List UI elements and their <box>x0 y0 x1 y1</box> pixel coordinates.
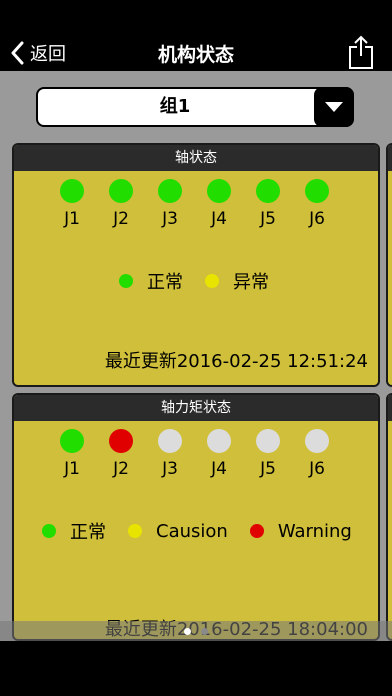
dropdown-arrow-icon[interactable] <box>314 87 354 127</box>
joint-label: J6 <box>309 209 325 229</box>
torque-legend: 正常 Causion Warning <box>42 519 374 543</box>
page-dot-1[interactable] <box>184 627 191 635</box>
page-title: 机构状态 <box>157 44 234 66</box>
legend-item: 正常 <box>119 268 183 294</box>
legend-dot <box>42 524 56 538</box>
joint-label: J3 <box>162 459 178 479</box>
joint-label: J5 <box>260 459 276 479</box>
joint-status-dot <box>60 429 84 453</box>
joint-label: J1 <box>64 209 80 229</box>
joint-status-dot <box>158 179 182 203</box>
axis-status-card: 轴状态 J1 J2 J3 J4 J5 J6 正常 异常 最近更新2016-02-25 12:… <box>12 143 380 387</box>
legend-item: Causion <box>128 521 228 542</box>
joint-1: J1 <box>52 179 92 229</box>
legend-dot <box>119 274 133 288</box>
joint-6: J6 <box>297 179 337 229</box>
legend-label: Warning <box>277 520 352 542</box>
axis-status-title: 轴状态 <box>14 145 378 171</box>
joint-5: J5 <box>248 179 288 229</box>
joint-2: J2 <box>101 429 141 479</box>
joint-status-dot <box>256 429 280 453</box>
joint-4: J4 <box>199 179 239 229</box>
joint-status-dot <box>207 179 231 203</box>
joint-label: J4 <box>211 209 227 229</box>
joint-label: J2 <box>113 459 129 479</box>
legend-label: 正常 <box>147 272 183 293</box>
joint-status-dot <box>207 429 231 453</box>
torque-joint-list: J1 J2 J3 J4 J5 J6 <box>14 429 378 489</box>
joint-status-dot <box>305 179 329 203</box>
next-card-peek[interactable] <box>386 143 392 387</box>
legend-item: 正常 <box>42 518 106 544</box>
group-dropdown[interactable]: 组1 <box>36 87 354 127</box>
legend-label: Causion <box>156 520 228 542</box>
legend-dot <box>128 524 142 538</box>
joint-status-dot <box>256 179 280 203</box>
legend-item: Warning <box>249 520 352 542</box>
joint-status-dot <box>158 429 182 453</box>
joint-status-dot <box>109 429 133 453</box>
joint-status-dot <box>305 429 329 453</box>
joint-6: J6 <box>297 429 337 479</box>
torque-status-card: 轴力矩状态 J1J2J3J4J5J6 正常CausionWarning 最近更新… <box>12 393 380 641</box>
group-dropdown-value: 组1 <box>159 96 191 117</box>
page-control[interactable] <box>0 621 392 641</box>
joint-3: J3 <box>150 429 190 479</box>
joint-label: J2 <box>113 209 129 229</box>
legend-dot <box>249 524 264 538</box>
legend-item: 异常 <box>205 268 269 294</box>
torque-status-title: 轴力矩状态 <box>14 395 378 421</box>
joint-label: J4 <box>211 459 227 479</box>
joint-5: J5 <box>248 429 288 479</box>
axis-legend: 正常 异常 <box>119 269 291 293</box>
legend-dot <box>205 274 219 288</box>
joint-3: J3 <box>150 179 190 229</box>
joint-1: J1 <box>52 429 92 479</box>
page-dot-2[interactable] <box>201 627 208 635</box>
joint-2: J2 <box>101 179 141 229</box>
joint-label: J6 <box>309 459 325 479</box>
joint-status-dot <box>109 179 133 203</box>
joint-label: J5 <box>260 209 276 229</box>
bottom-bar <box>0 641 392 696</box>
legend-label: 正常 <box>70 522 106 543</box>
share-icon[interactable] <box>347 34 375 70</box>
axis-joint-list: J1 J2 J3 J4 J5 J6 <box>14 179 378 239</box>
joint-label: J3 <box>162 209 178 229</box>
joint-label: J1 <box>64 459 80 479</box>
legend-label: 异常 <box>233 272 269 293</box>
joint-4: J4 <box>199 429 239 479</box>
content-area[interactable]: 组1 轴状态 J1 J2 J3 J4 J5 J6 正常 异常 最近更新2016-02-25 … <box>0 71 392 641</box>
next-card-peek-2[interactable] <box>386 393 392 641</box>
axis-updated-time: 最近更新2016-02-25 12:51:24 <box>104 351 368 372</box>
joint-status-dot <box>60 179 84 203</box>
